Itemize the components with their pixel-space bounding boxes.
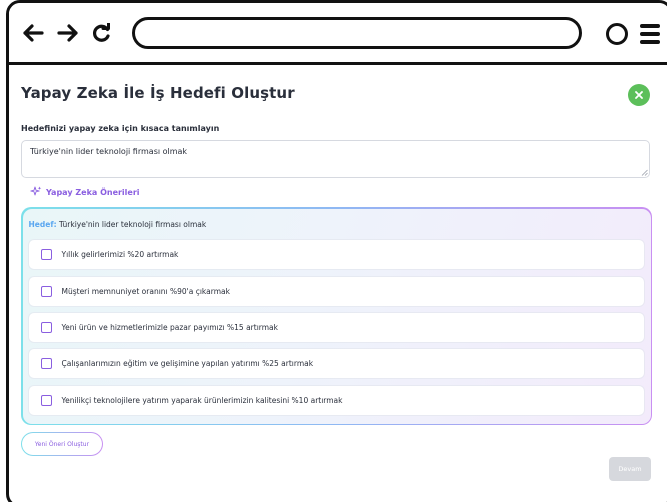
suggestion-checkbox[interactable] <box>40 394 52 406</box>
goal-summary-text: Türkiye'nin lider teknoloji firması olma… <box>56 219 207 229</box>
resize-grip-icon[interactable] <box>641 169 648 176</box>
suggestion-label: Yenilikçi teknolojilere yatırım yaparak … <box>61 395 343 405</box>
goal-summary: Hedef: Türkiye'nin lider teknoloji firma… <box>29 220 207 229</box>
forward-button[interactable] <box>56 21 80 45</box>
continue-button[interactable]: Devam <box>609 457 651 481</box>
new-suggestion-label: Yeni Öneri Oluştur <box>22 433 102 455</box>
ai-suggestions-label: Yapay Zeka Önerileri <box>46 187 140 197</box>
reload-icon <box>93 23 110 42</box>
sparkle-icon <box>30 186 42 196</box>
suggestion-label: Çalışanlarımızın eğitim ve gelişimine ya… <box>61 358 314 368</box>
arrow-right-icon <box>57 24 78 42</box>
close-button[interactable] <box>628 84 650 106</box>
suggestion-checkbox[interactable] <box>40 357 52 369</box>
suggestion-option[interactable]: Yenilikçi teknolojilere yatırım yaparak … <box>28 385 644 415</box>
suggestion-option[interactable]: Yıllık gelirlerimizi %20 artırmak <box>28 239 644 269</box>
hamburger-menu-icon[interactable] <box>640 23 662 45</box>
suggestions-panel-body: Hedef: Türkiye'nin lider teknoloji firma… <box>22 208 651 424</box>
goal-input[interactable]: Türkiye'nin lider teknoloji firması olma… <box>21 140 650 178</box>
back-button[interactable] <box>21 21 45 45</box>
profile-circle-icon[interactable] <box>606 23 628 45</box>
arrow-left-icon <box>23 24 44 42</box>
new-suggestion-button[interactable]: Yeni Öneri Oluştur <box>21 432 103 456</box>
suggestion-option[interactable]: Müşteri memnuniyet oranını %90'a çıkarma… <box>28 276 644 306</box>
suggestion-checkbox[interactable] <box>40 285 52 297</box>
suggestion-checkbox[interactable] <box>40 248 52 260</box>
page-title: Yapay Zeka İle İş Hedefi Oluştur <box>21 84 295 102</box>
suggestions-panel: Hedef: Türkiye'nin lider teknoloji firma… <box>21 207 652 425</box>
suggestion-label: Müşteri memnuniyet oranını %90'a çıkarma… <box>61 286 230 296</box>
browser-toolbar <box>9 3 667 65</box>
address-bar[interactable] <box>132 17 582 49</box>
suggestion-option[interactable]: Çalışanlarımızın eğitim ve gelişimine ya… <box>28 348 644 378</box>
close-icon <box>635 91 643 99</box>
reload-button[interactable] <box>90 21 114 45</box>
goal-field-label: Hedefinizi yapay zeka için kısaca tanıml… <box>21 124 220 133</box>
ai-suggestions-link[interactable]: Yapay Zeka Önerileri <box>30 186 140 198</box>
suggestion-checkbox[interactable] <box>40 321 52 333</box>
suggestion-option[interactable]: Yeni ürün ve hizmetlerimizle pazar payım… <box>28 312 644 342</box>
goal-prefix: Hedef: <box>28 219 57 229</box>
suggestion-label: Yeni ürün ve hizmetlerimizle pazar payım… <box>61 322 278 332</box>
suggestion-label: Yıllık gelirlerimizi %20 artırmak <box>61 249 179 259</box>
